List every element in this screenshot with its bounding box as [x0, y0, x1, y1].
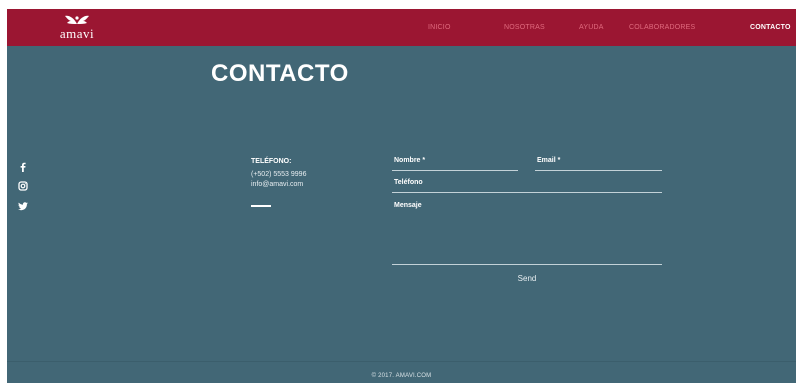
nav-item-contacto[interactable]: CONTACTO	[750, 9, 791, 46]
message-field-label: Mensaje	[394, 202, 422, 209]
nav-item-inicio[interactable]: INICIO	[428, 9, 451, 46]
top-navigation-bar: amavi INICIO NOSOTRAS AYUDA COLABORADORE…	[7, 9, 796, 46]
email-field[interactable]: Email *	[535, 156, 662, 171]
page-title: CONTACTO	[211, 60, 349, 87]
phone-number: (+502) 5553 9996	[251, 171, 307, 178]
name-field-label: Nombre *	[394, 157, 426, 164]
phone-field[interactable]: Teléfono	[392, 178, 662, 193]
message-field[interactable]: Mensaje	[392, 201, 662, 265]
page-frame: amavi INICIO NOSOTRAS AYUDA COLABORADORE…	[7, 9, 796, 383]
name-field[interactable]: Nombre *	[392, 156, 518, 171]
phone-field-label: Teléfono	[394, 179, 423, 186]
facebook-icon[interactable]	[17, 161, 29, 173]
email-field-label: Email *	[537, 157, 561, 164]
footer-copyright: © 2017. AMAVI.COM	[371, 373, 432, 379]
amavi-logo[interactable]: amavi	[53, 12, 101, 44]
instagram-icon[interactable]	[17, 180, 29, 192]
phone-label: TELÉFONO:	[251, 158, 292, 165]
logo-text: amavi	[59, 26, 95, 41]
footer-divider	[7, 361, 796, 362]
nav-item-ayuda[interactable]: AYUDA	[579, 9, 604, 46]
divider-dash	[251, 205, 271, 207]
twitter-icon[interactable]	[17, 200, 29, 212]
email-address[interactable]: info@amavi.com	[251, 180, 303, 190]
nav-item-nosotras[interactable]: NOSOTRAS	[504, 9, 545, 46]
send-button[interactable]: Send	[507, 272, 547, 284]
nav-item-colaboradores[interactable]: COLABORADORES	[629, 9, 695, 46]
angel-wings-icon	[65, 15, 89, 24]
